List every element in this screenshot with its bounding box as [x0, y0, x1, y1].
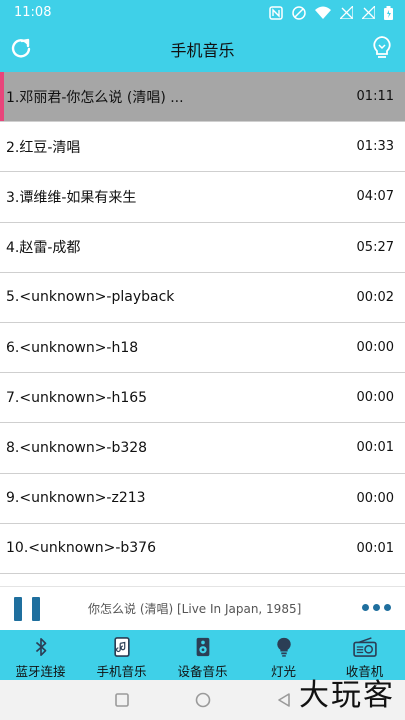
tab-bluetooth[interactable]: 蓝牙连接: [0, 630, 81, 680]
song-title: 8.<unknown>-b328: [6, 439, 148, 456]
song-row[interactable]: 7.<unknown>-h165 00:00: [0, 373, 405, 424]
now-playing-title: 你怎么说 (清唱) [Live In Japan, 1985]: [88, 602, 302, 616]
song-row[interactable]: 1.邓丽君-你怎么说 (清唱) ... 01:11: [0, 72, 405, 123]
song-duration: 00:01: [356, 440, 394, 456]
tab-label: 设备音乐: [177, 664, 228, 679]
song-title: 10.<unknown>-b376: [6, 540, 157, 557]
song-title: 7.<unknown>-h165: [6, 389, 148, 406]
refresh-icon: [11, 38, 31, 58]
back-icon[interactable]: [277, 693, 291, 707]
song-row[interactable]: 6.<unknown>-h18 00:00: [0, 322, 405, 374]
signal-off-icon: [362, 6, 375, 19]
song-row[interactable]: 2.红豆-清唱 01:33: [0, 122, 405, 173]
battery-icon: [384, 5, 393, 20]
nfc-icon: [269, 5, 283, 20]
song-duration: 00:02: [356, 289, 394, 305]
song-row[interactable]: 5.<unknown>-playback 00:02: [0, 272, 405, 323]
more-options-button[interactable]: [362, 604, 391, 611]
status-time: 11:08: [14, 5, 52, 20]
status-icons: [269, 5, 393, 20]
tab-phone-music[interactable]: 手机音乐: [81, 630, 162, 680]
pause-button[interactable]: [14, 597, 40, 621]
more-dots-icon: [362, 604, 369, 611]
song-title: 9.<unknown>-z213: [6, 490, 146, 507]
wifi-icon: [315, 6, 331, 19]
page-title: 手机音乐: [170, 40, 235, 60]
signal-off-icon: [340, 6, 353, 19]
more-dots-icon: [373, 604, 380, 611]
refresh-button[interactable]: [6, 33, 36, 63]
song-row[interactable]: 4.赵雷-成都 05:27: [0, 222, 405, 273]
song-title: 3.谭维维-如果有来生: [6, 189, 137, 206]
song-row[interactable]: 8.<unknown>-b328 00:01: [0, 423, 405, 474]
tab-label: 手机音乐: [96, 664, 147, 679]
bluetooth-icon: [35, 638, 46, 656]
tab-label: 蓝牙连接: [15, 664, 66, 679]
song-title: 4.赵雷-成都: [6, 240, 81, 257]
song-duration: 00:00: [356, 390, 394, 406]
pause-icon: [32, 597, 40, 621]
speaker-icon: [196, 637, 209, 657]
song-title: 2.红豆-清唱: [6, 139, 81, 156]
song-duration: 00:00: [356, 340, 394, 356]
song-duration: 04:07: [356, 189, 394, 205]
watermark: 大玩客: [299, 678, 395, 713]
status-bar: 11:08: [0, 0, 405, 25]
pause-icon: [14, 597, 22, 621]
song-row[interactable]: 9.<unknown>-z213 00:00: [0, 473, 405, 524]
song-duration: 05:27: [356, 239, 394, 255]
light-tips-button[interactable]: [367, 33, 397, 63]
tab-device-music[interactable]: 设备音乐: [162, 630, 243, 680]
song-title: 5.<unknown>-playback: [6, 289, 175, 306]
song-row[interactable]: 10.<unknown>-b376 00:01: [0, 523, 405, 574]
phone-icon: [113, 637, 130, 657]
more-dots-icon: [384, 604, 391, 611]
song-duration: 01:11: [356, 89, 394, 105]
home-icon[interactable]: [195, 692, 211, 708]
bulb-icon: [276, 637, 291, 657]
song-list[interactable]: 1.邓丽君-你怎么说 (清唱) ... 01:11 2.红豆-清唱 01:33 …: [0, 72, 405, 586]
song-title: 6.<unknown>-h18: [6, 339, 139, 356]
radio-icon: [352, 637, 377, 657]
tab-label: 灯光: [270, 664, 296, 679]
lightbulb-icon: [373, 36, 391, 58]
song-duration: 01:33: [356, 139, 394, 155]
song-duration: 00:01: [356, 540, 394, 556]
mini-player: 你怎么说 (清唱) [Live In Japan, 1985]: [0, 586, 405, 630]
recents-icon[interactable]: [114, 693, 129, 707]
song-title: 1.邓丽君-你怎么说 (清唱) ...: [6, 89, 184, 106]
song-row[interactable]: 3.谭维维-如果有来生 04:07: [0, 172, 405, 223]
do-not-disturb-icon: [292, 5, 306, 20]
song-duration: 00:00: [356, 490, 394, 506]
app-bar: 手机音乐: [0, 25, 405, 72]
